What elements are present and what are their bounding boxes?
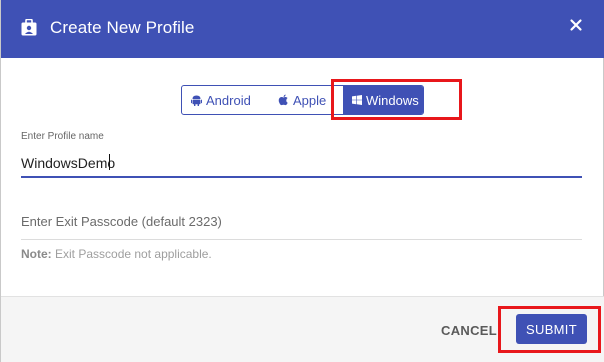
profile-name-input[interactable] [21,150,582,178]
dialog-header: Create New Profile [1,0,604,58]
platform-apple-button[interactable]: Apple [278,86,338,114]
windows-highlight-box [331,79,462,120]
android-icon [191,95,202,106]
platform-android-button[interactable]: Android [191,86,263,114]
text-caret [109,154,110,170]
passcode-note: Note: Exit Passcode not applicable. [21,247,212,261]
note-text: Exit Passcode not applicable. [51,247,212,261]
platform-apple-label: Apple [293,92,327,108]
exit-passcode-input[interactable] [21,203,582,240]
close-icon[interactable] [569,18,583,32]
platform-android-label: Android [206,92,251,108]
create-profile-dialog: Create New Profile Android Apple Windows… [0,0,604,362]
profile-badge-icon [21,18,37,36]
dialog-title: Create New Profile [50,18,195,37]
profile-name-label: Enter Profile name [21,131,104,142]
apple-icon [278,94,288,106]
note-prefix: Note: [21,247,52,261]
submit-highlight-box [498,306,601,353]
cancel-button[interactable]: CANCEL [437,321,501,339]
